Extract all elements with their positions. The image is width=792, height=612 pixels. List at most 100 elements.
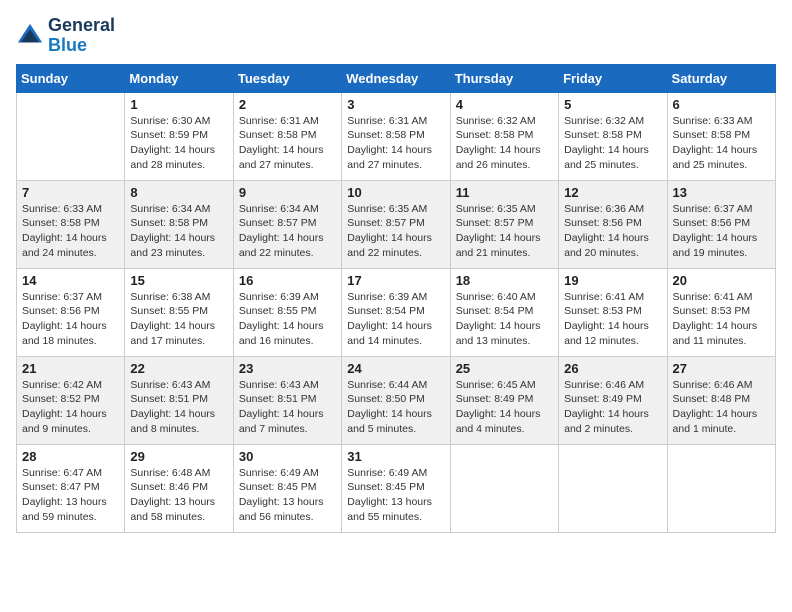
calendar-cell: 28 Sunrise: 6:47 AMSunset: 8:47 PMDayligh… <box>17 444 125 532</box>
calendar-cell: 9 Sunrise: 6:34 AMSunset: 8:57 PMDaylight… <box>233 180 341 268</box>
day-number: 1 <box>130 97 227 112</box>
day-number: 9 <box>239 185 336 200</box>
day-info: Sunrise: 6:34 AMSunset: 8:58 PMDaylight:… <box>130 202 227 261</box>
calendar-cell: 16 Sunrise: 6:39 AMSunset: 8:55 PMDayligh… <box>233 268 341 356</box>
calendar-cell: 5 Sunrise: 6:32 AMSunset: 8:58 PMDaylight… <box>559 92 667 180</box>
calendar-header-row: SundayMondayTuesdayWednesdayThursdayFrid… <box>17 64 776 92</box>
day-number: 28 <box>22 449 119 464</box>
logo: General Blue <box>16 16 115 56</box>
day-info: Sunrise: 6:46 AMSunset: 8:49 PMDaylight:… <box>564 378 661 437</box>
day-info: Sunrise: 6:48 AMSunset: 8:46 PMDaylight:… <box>130 466 227 525</box>
day-info: Sunrise: 6:38 AMSunset: 8:55 PMDaylight:… <box>130 290 227 349</box>
calendar-cell: 3Sunrise: 6:31 AMSunset: 8:58 PMDaylight… <box>342 92 450 180</box>
day-info: Sunrise: 6:36 AMSunset: 8:56 PMDaylight:… <box>564 202 661 261</box>
weekday-header: Sunday <box>17 64 125 92</box>
calendar-cell: 18Sunrise: 6:40 AMSunset: 8:54 PMDayligh… <box>450 268 558 356</box>
calendar-cell <box>667 444 775 532</box>
calendar-table: SundayMondayTuesdayWednesdayThursdayFrid… <box>16 64 776 533</box>
day-number: 19 <box>564 273 661 288</box>
calendar-cell: 2 Sunrise: 6:31 AMSunset: 8:58 PMDaylight… <box>233 92 341 180</box>
calendar-cell: 10Sunrise: 6:35 AMSunset: 8:57 PMDayligh… <box>342 180 450 268</box>
day-info: Sunrise: 6:42 AMSunset: 8:52 PMDaylight:… <box>22 378 119 437</box>
logo-text: General Blue <box>48 16 115 56</box>
day-info: Sunrise: 6:35 AMSunset: 8:57 PMDaylight:… <box>347 202 444 261</box>
day-number: 22 <box>130 361 227 376</box>
calendar-cell <box>450 444 558 532</box>
calendar-cell <box>559 444 667 532</box>
calendar-cell: 15 Sunrise: 6:38 AMSunset: 8:55 PMDayligh… <box>125 268 233 356</box>
day-info: Sunrise: 6:39 AMSunset: 8:55 PMDaylight:… <box>239 290 336 349</box>
weekday-header: Wednesday <box>342 64 450 92</box>
calendar-cell: 11 Sunrise: 6:35 AMSunset: 8:57 PMDayligh… <box>450 180 558 268</box>
day-number: 3 <box>347 97 444 112</box>
day-number: 17 <box>347 273 444 288</box>
day-number: 20 <box>673 273 770 288</box>
calendar-cell: 25 Sunrise: 6:45 AMSunset: 8:49 PMDayligh… <box>450 356 558 444</box>
weekday-header: Thursday <box>450 64 558 92</box>
weekday-header: Monday <box>125 64 233 92</box>
calendar-cell: 29 Sunrise: 6:48 AMSunset: 8:46 PMDayligh… <box>125 444 233 532</box>
day-info: Sunrise: 6:34 AMSunset: 8:57 PMDaylight:… <box>239 202 336 261</box>
calendar-week-row: 28 Sunrise: 6:47 AMSunset: 8:47 PMDayligh… <box>17 444 776 532</box>
day-number: 31 <box>347 449 444 464</box>
weekday-header: Friday <box>559 64 667 92</box>
calendar-cell: 8 Sunrise: 6:34 AMSunset: 8:58 PMDaylight… <box>125 180 233 268</box>
calendar-cell: 21 Sunrise: 6:42 AMSunset: 8:52 PMDayligh… <box>17 356 125 444</box>
day-info: Sunrise: 6:31 AMSunset: 8:58 PMDaylight:… <box>239 114 336 173</box>
calendar-cell: 1Sunrise: 6:30 AMSunset: 8:59 PMDaylight… <box>125 92 233 180</box>
day-info: Sunrise: 6:41 AMSunset: 8:53 PMDaylight:… <box>673 290 770 349</box>
calendar-cell: 23Sunrise: 6:43 AMSunset: 8:51 PMDayligh… <box>233 356 341 444</box>
calendar-cell: 4Sunrise: 6:32 AMSunset: 8:58 PMDaylight… <box>450 92 558 180</box>
day-number: 21 <box>22 361 119 376</box>
day-number: 8 <box>130 185 227 200</box>
day-number: 29 <box>130 449 227 464</box>
calendar-cell: 13 Sunrise: 6:37 AMSunset: 8:56 PMDayligh… <box>667 180 775 268</box>
day-info: Sunrise: 6:46 AMSunset: 8:48 PMDaylight:… <box>673 378 770 437</box>
day-info: Sunrise: 6:35 AMSunset: 8:57 PMDaylight:… <box>456 202 553 261</box>
day-info: Sunrise: 6:32 AMSunset: 8:58 PMDaylight:… <box>456 114 553 173</box>
calendar-cell: 6 Sunrise: 6:33 AMSunset: 8:58 PMDaylight… <box>667 92 775 180</box>
calendar-cell <box>17 92 125 180</box>
day-info: Sunrise: 6:49 AMSunset: 8:45 PMDaylight:… <box>347 466 444 525</box>
day-number: 11 <box>456 185 553 200</box>
day-number: 16 <box>239 273 336 288</box>
day-number: 23 <box>239 361 336 376</box>
day-number: 13 <box>673 185 770 200</box>
day-number: 30 <box>239 449 336 464</box>
day-info: Sunrise: 6:33 AMSunset: 8:58 PMDaylight:… <box>673 114 770 173</box>
day-info: Sunrise: 6:41 AMSunset: 8:53 PMDaylight:… <box>564 290 661 349</box>
day-number: 2 <box>239 97 336 112</box>
day-info: Sunrise: 6:37 AMSunset: 8:56 PMDaylight:… <box>673 202 770 261</box>
calendar-cell: 26 Sunrise: 6:46 AMSunset: 8:49 PMDayligh… <box>559 356 667 444</box>
calendar-cell: 12 Sunrise: 6:36 AMSunset: 8:56 PMDayligh… <box>559 180 667 268</box>
calendar-cell: 22 Sunrise: 6:43 AMSunset: 8:51 PMDayligh… <box>125 356 233 444</box>
day-info: Sunrise: 6:45 AMSunset: 8:49 PMDaylight:… <box>456 378 553 437</box>
day-info: Sunrise: 6:49 AMSunset: 8:45 PMDaylight:… <box>239 466 336 525</box>
calendar-cell: 30 Sunrise: 6:49 AMSunset: 8:45 PMDayligh… <box>233 444 341 532</box>
calendar-week-row: 1Sunrise: 6:30 AMSunset: 8:59 PMDaylight… <box>17 92 776 180</box>
day-number: 12 <box>564 185 661 200</box>
day-number: 26 <box>564 361 661 376</box>
day-number: 27 <box>673 361 770 376</box>
calendar-week-row: 7Sunrise: 6:33 AMSunset: 8:58 PMDaylight… <box>17 180 776 268</box>
calendar-cell: 19 Sunrise: 6:41 AMSunset: 8:53 PMDayligh… <box>559 268 667 356</box>
day-number: 25 <box>456 361 553 376</box>
calendar-cell: 27 Sunrise: 6:46 AMSunset: 8:48 PMDayligh… <box>667 356 775 444</box>
day-number: 5 <box>564 97 661 112</box>
day-number: 6 <box>673 97 770 112</box>
day-info: Sunrise: 6:37 AMSunset: 8:56 PMDaylight:… <box>22 290 119 349</box>
day-number: 18 <box>456 273 553 288</box>
calendar-cell: 14Sunrise: 6:37 AMSunset: 8:56 PMDayligh… <box>17 268 125 356</box>
weekday-header: Tuesday <box>233 64 341 92</box>
calendar-week-row: 21 Sunrise: 6:42 AMSunset: 8:52 PMDayligh… <box>17 356 776 444</box>
day-number: 15 <box>130 273 227 288</box>
day-info: Sunrise: 6:47 AMSunset: 8:47 PMDaylight:… <box>22 466 119 525</box>
calendar-cell: 7Sunrise: 6:33 AMSunset: 8:58 PMDaylight… <box>17 180 125 268</box>
calendar-cell: 20 Sunrise: 6:41 AMSunset: 8:53 PMDayligh… <box>667 268 775 356</box>
day-info: Sunrise: 6:32 AMSunset: 8:58 PMDaylight:… <box>564 114 661 173</box>
calendar-week-row: 14Sunrise: 6:37 AMSunset: 8:56 PMDayligh… <box>17 268 776 356</box>
day-info: Sunrise: 6:43 AMSunset: 8:51 PMDaylight:… <box>130 378 227 437</box>
day-info: Sunrise: 6:39 AMSunset: 8:54 PMDaylight:… <box>347 290 444 349</box>
day-info: Sunrise: 6:33 AMSunset: 8:58 PMDaylight:… <box>22 202 119 261</box>
weekday-header: Saturday <box>667 64 775 92</box>
